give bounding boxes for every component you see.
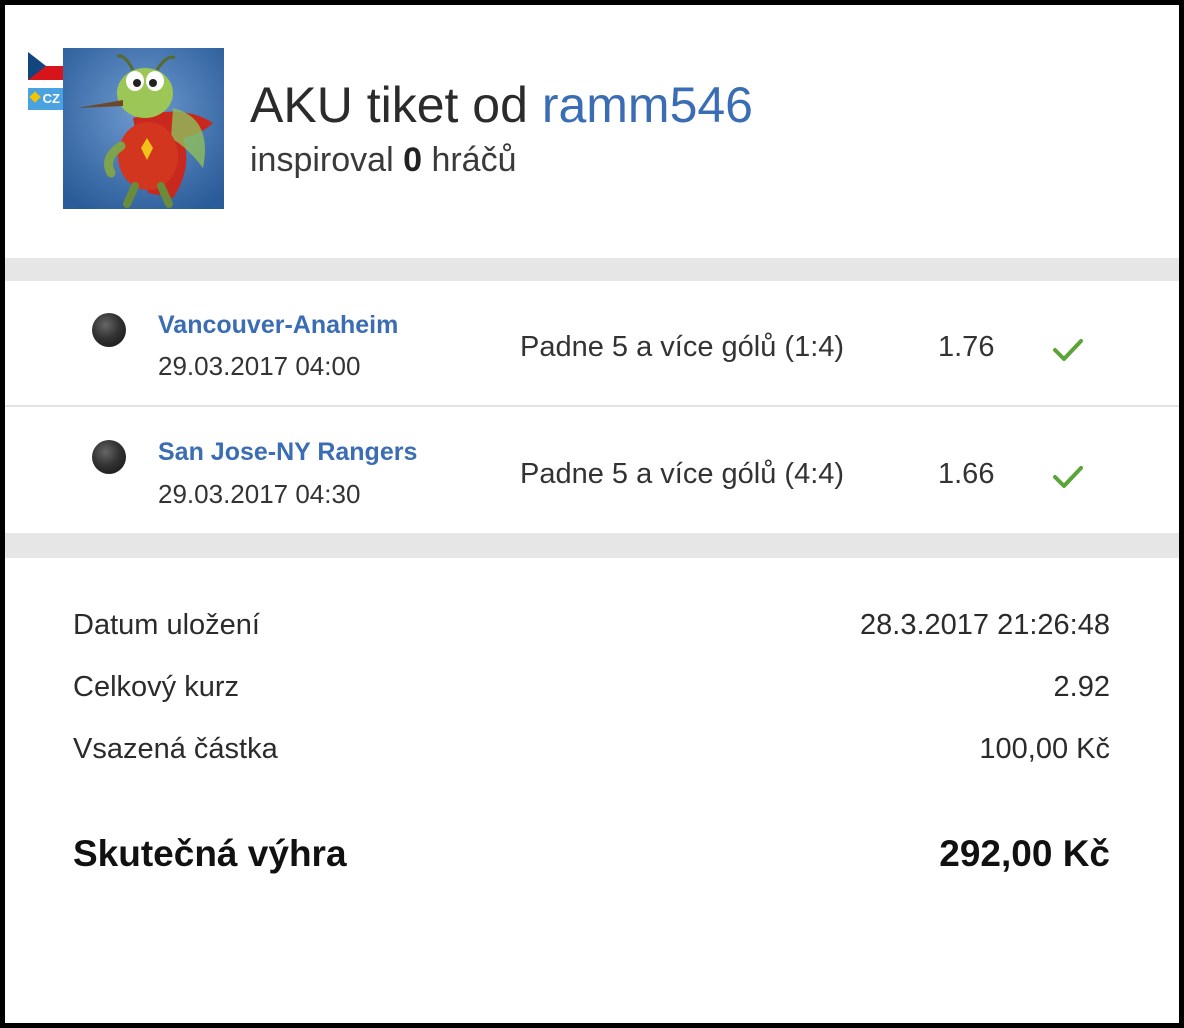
country-badge: CZ — [28, 88, 64, 110]
bet-pick: Padne 5 a více gólů (4:4) — [520, 458, 845, 490]
bet-odd: 1.76 — [938, 331, 995, 363]
check-icon — [1053, 466, 1083, 488]
ticket-title: AKU tiket od ramm546 — [250, 75, 753, 135]
bet-row: San Jose-NY Rangers 29.03.2017 04:30 Pad… — [5, 407, 1179, 531]
section-separator — [5, 533, 1179, 558]
hockey-puck-icon — [92, 313, 126, 347]
user-avatar[interactable] — [63, 48, 224, 209]
match-date: 29.03.2017 04:00 — [158, 351, 361, 381]
bet-odd: 1.66 — [938, 458, 995, 490]
saved-date-value: 28.3.2017 21:26:48 — [860, 609, 1110, 641]
bet-pick: Padne 5 a více gólů (1:4) — [520, 331, 845, 363]
inspired-suffix: hráčů — [431, 141, 517, 179]
hornet-mascot-icon — [63, 48, 224, 209]
actual-win-label: Skutečná výhra — [73, 833, 347, 874]
check-icon — [1053, 339, 1083, 361]
username-link[interactable]: ramm546 — [542, 77, 753, 133]
section-separator — [5, 258, 1179, 281]
saved-date-label: Datum uložení — [73, 609, 260, 641]
inspired-number: 0 — [403, 141, 422, 179]
total-odds-value: 2.92 — [1053, 671, 1110, 703]
match-link[interactable]: San Jose-NY Rangers — [158, 438, 417, 467]
bet-row: Vancouver-Anaheim 29.03.2017 04:00 Padne… — [5, 281, 1179, 405]
title-prefix: AKU tiket od — [250, 77, 528, 133]
match-link[interactable]: Vancouver-Anaheim — [158, 311, 398, 340]
hockey-puck-icon — [92, 440, 126, 474]
inspired-count: inspiroval 0 hráčů — [250, 140, 517, 180]
match-date: 29.03.2017 04:30 — [158, 479, 361, 509]
ticket-header: CZ AKU tiket od ramm546 inspiroval 0 hrá… — [5, 5, 1179, 258]
total-odds-label: Celkový kurz — [73, 671, 239, 703]
inspired-prefix: inspiroval — [250, 141, 394, 179]
ticket-panel: CZ AKU tiket od ramm546 inspiroval 0 hrá… — [5, 5, 1179, 1023]
stake-label: Vsazená částka — [73, 733, 278, 765]
czech-flag-icon — [28, 52, 64, 80]
stake-value: 100,00 Kč — [979, 733, 1110, 765]
actual-win-value: 292,00 Kč — [939, 833, 1110, 874]
